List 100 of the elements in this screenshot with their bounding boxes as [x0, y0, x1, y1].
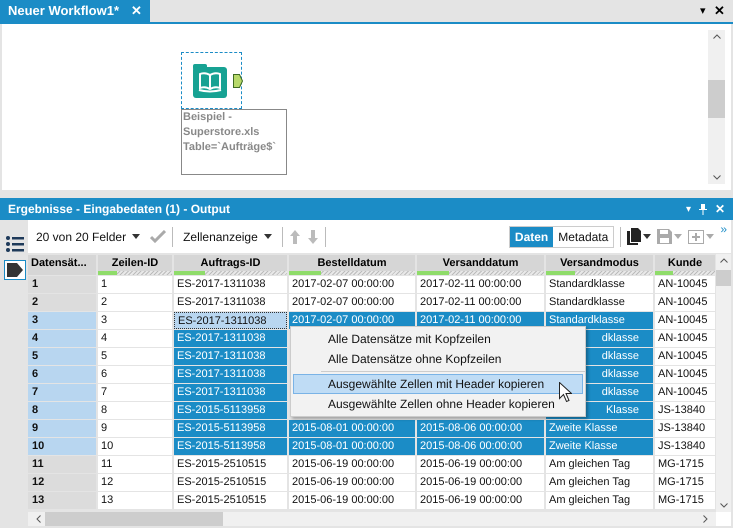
- table-cell-text: dklasse: [602, 367, 640, 382]
- table-cell-text: 2015-08-01 00:00:00: [291, 439, 396, 454]
- row-header[interactable]: 1: [28, 276, 96, 293]
- cell-view-dropdown[interactable]: Zellenanzeige: [179, 228, 276, 246]
- arrow-up-icon[interactable]: [288, 228, 301, 244]
- menu-button[interactable]: ▾: [686, 202, 691, 216]
- table-cell-text: JS-13840: [657, 439, 706, 454]
- menu-item[interactable]: Alle Datensätze ohne Kopfzeilen: [293, 349, 583, 369]
- menu-item[interactable]: Ausgewählte Zellen mit Header kopieren: [293, 374, 583, 394]
- table-cell-text: Standardklasse: [548, 277, 626, 292]
- checkmark-icon[interactable]: [150, 230, 166, 243]
- scrollbar-thumb[interactable]: [708, 80, 725, 118]
- add-icon[interactable]: [688, 230, 704, 244]
- table-cell-text: AN-10045: [657, 331, 709, 346]
- caret-icon: [674, 234, 682, 239]
- caret-icon: [264, 234, 272, 239]
- table-cell-text: 10: [100, 439, 114, 454]
- chevron-up-icon[interactable]: [712, 34, 720, 39]
- row-header[interactable]: 4: [28, 330, 96, 347]
- table-cell-text: MG-1715: [657, 493, 705, 508]
- row-header[interactable]: 5: [28, 348, 96, 365]
- row-header[interactable]: 8: [28, 402, 96, 419]
- vertical-scrollbar[interactable]: [716, 254, 731, 512]
- arrow-down-icon[interactable]: [306, 228, 319, 244]
- column-header[interactable]: Versandmodus: [546, 255, 653, 275]
- table-cell-text: 2015-08-06 00:00:00: [419, 421, 524, 436]
- view-toggle-button[interactable]: Daten: [510, 226, 554, 246]
- tag-icon[interactable]: [4, 260, 26, 280]
- column-header[interactable]: Zeilen-ID: [98, 255, 172, 275]
- caret-icon: [706, 234, 714, 239]
- table-cell-text: 13: [100, 493, 114, 508]
- close-button[interactable]: ✕: [715, 200, 725, 218]
- table-cell-text: ES-2017-1311038: [176, 295, 266, 310]
- row-header[interactable]: 9: [28, 420, 96, 437]
- table-cell-text: ES-2015-2510515: [176, 457, 268, 472]
- table-cell-text: dklasse: [602, 331, 640, 346]
- table-cell-text: ES-2017-1311038: [176, 277, 266, 292]
- mouse-cursor-icon: [559, 382, 572, 403]
- column-header[interactable]: Bestelldatum: [289, 255, 415, 275]
- table-cell-text: 2015-06-19 00:00:00: [291, 475, 396, 490]
- fields-dropdown[interactable]: 20 von 20 Felder: [32, 228, 144, 246]
- vertical-scrollbar[interactable]: [708, 30, 725, 184]
- save-icon[interactable]: [657, 229, 672, 244]
- table-cell-text: 2017-02-11 00:00:00: [419, 277, 522, 292]
- table-cell-text: ES-2017-1311038: [176, 385, 266, 400]
- chevron-up-icon[interactable]: [720, 258, 728, 263]
- pin-icon[interactable]: [699, 204, 707, 214]
- output-anchor-icon[interactable]: [233, 74, 243, 88]
- column-header[interactable]: Datensät...: [28, 255, 96, 275]
- column-header[interactable]: Kunde: [655, 255, 715, 275]
- table-cell-text: AN-10045: [657, 313, 709, 328]
- table-cell-text: MG-1715: [657, 475, 705, 490]
- table-cell-text: ES-2017-1311038: [176, 331, 266, 346]
- table-cell-text: ES-2015-5113958: [176, 403, 266, 418]
- table-cell-text: Standardklasse: [548, 313, 626, 328]
- table-cell-text: AN-10045: [657, 349, 709, 364]
- row-header[interactable]: 7: [28, 384, 96, 401]
- column-header[interactable]: Auftrags-ID: [174, 255, 287, 275]
- menu-item[interactable]: Ausgewählte Zellen ohne Header kopieren: [293, 394, 583, 414]
- table-cell-text: Am gleichen Tag: [548, 475, 632, 490]
- row-header[interactable]: 11: [28, 456, 96, 473]
- chevron-down-icon[interactable]: [712, 175, 720, 180]
- row-header[interactable]: 12: [28, 474, 96, 491]
- chevron-right-icon[interactable]: [703, 515, 708, 523]
- close-button[interactable]: ✕: [131, 1, 142, 21]
- chevron-down-icon[interactable]: [720, 503, 728, 508]
- horizontal-scrollbar[interactable]: [28, 512, 716, 526]
- row-header[interactable]: 2: [28, 294, 96, 311]
- row-header[interactable]: 10: [28, 438, 96, 455]
- list-icon[interactable]: [6, 236, 24, 252]
- scrollbar-thumb[interactable]: [45, 512, 223, 526]
- table-cell-text: ES-2017-1311038: [176, 367, 266, 382]
- table-cell-text: 6: [100, 367, 108, 382]
- table-cell-text: 2017-02-07 00:00:00: [291, 313, 396, 328]
- workflow-tab[interactable]: Neuer Workflow1* ✕: [0, 0, 150, 22]
- table-cell-text: ES-2017-1311038: [177, 314, 268, 328]
- table-cell-text: 2: [100, 295, 108, 310]
- row-header[interactable]: 13: [28, 492, 96, 509]
- table-cell-text: 8: [100, 403, 108, 418]
- scrollbar-thumb[interactable]: [716, 270, 731, 286]
- table-cell-text: 12: [100, 475, 114, 490]
- menu-item[interactable]: Alle Datensätze mit Kopfzeilen: [293, 329, 583, 349]
- row-header[interactable]: 3: [28, 312, 96, 329]
- table-cell-text: Am gleichen Tag: [548, 493, 632, 508]
- caret-icon: [643, 234, 652, 239]
- chevron-left-icon[interactable]: [36, 515, 41, 523]
- menu-button[interactable]: ▾: [700, 2, 706, 20]
- copy-icon[interactable]: [627, 228, 642, 245]
- table-cell-text: MG-1715: [657, 457, 705, 472]
- close-button[interactable]: ✕: [714, 1, 725, 21]
- table-cell-text: ES-2015-2510515: [176, 475, 268, 490]
- column-header[interactable]: Versanddatum: [417, 255, 544, 275]
- table-cell-text: 2017-02-11 00:00:00: [419, 313, 522, 328]
- workflow-canvas[interactable]: Beispiel - Superstore.xls Table=`Aufträge$`: [2, 24, 731, 190]
- book-icon[interactable]: [192, 63, 228, 99]
- table-cell-text: 2017-02-07 00:00:00: [291, 295, 396, 310]
- row-header[interactable]: 6: [28, 366, 96, 383]
- table-cell-text: 2015-06-19 00:00:00: [291, 457, 396, 472]
- more-button[interactable]: »: [720, 220, 727, 238]
- table-cell-text: Zweite Klasse: [548, 421, 618, 436]
